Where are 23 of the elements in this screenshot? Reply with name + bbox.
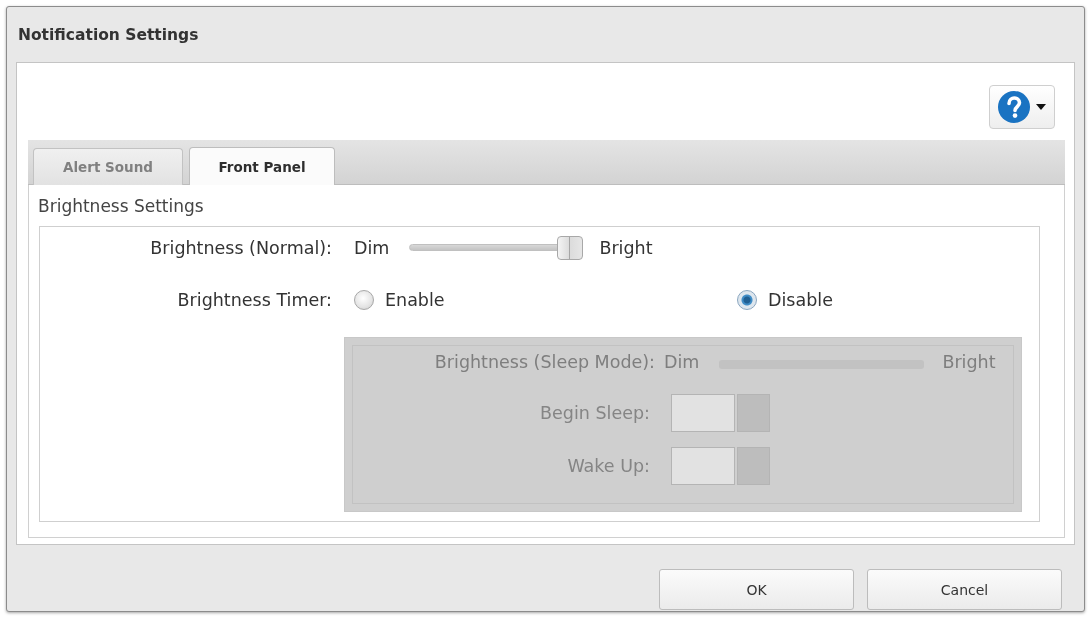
field-label: Brightness (Normal): bbox=[149, 238, 332, 258]
field-label: Brightness Timer: bbox=[176, 290, 332, 310]
caret-icon bbox=[1036, 104, 1046, 110]
field-label: Brightness (Sleep Mode): bbox=[433, 352, 655, 372]
section-title: Brightness Settings bbox=[38, 195, 205, 217]
tab[interactable]: Front Panel bbox=[189, 147, 335, 185]
radio-button[interactable] bbox=[737, 290, 757, 310]
slider-max-label: Bright bbox=[599, 238, 653, 258]
window-title: Notification Settings bbox=[18, 25, 199, 44]
help-icon bbox=[998, 91, 1030, 123]
field-label: Begin Sleep: bbox=[539, 403, 650, 423]
slider-thumb[interactable] bbox=[557, 236, 584, 260]
help-button[interactable] bbox=[989, 85, 1055, 129]
dialog-button[interactable]: OK bbox=[659, 569, 854, 610]
slider-min-label: Dim bbox=[664, 352, 700, 372]
slider-max-label: Bright bbox=[942, 352, 996, 372]
slider-track[interactable] bbox=[409, 236, 584, 260]
radio-label: Disable bbox=[768, 290, 833, 310]
radio-button[interactable] bbox=[354, 290, 374, 310]
field-label: Wake Up: bbox=[566, 456, 650, 476]
radio-label: Enable bbox=[385, 290, 445, 310]
dialog-button[interactable]: Cancel bbox=[867, 569, 1062, 610]
slider-min-label: Dim bbox=[354, 238, 390, 258]
